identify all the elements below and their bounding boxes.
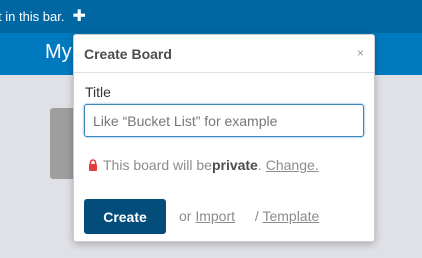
lock-icon: [89, 159, 97, 171]
popover-title: Create Board: [84, 46, 172, 62]
privacy-prefix: This board will be: [103, 157, 212, 173]
alternate-actions: or Import / Template: [179, 208, 319, 224]
title-field-label: Title: [85, 84, 111, 100]
plus-icon[interactable]: ✚: [72, 8, 85, 25]
header-bar: t in this bar. ✚: [0, 0, 422, 33]
privacy-level: private: [211, 157, 258, 173]
close-icon[interactable]: ×: [357, 46, 364, 60]
header-hint-text: t in this bar.: [0, 9, 65, 24]
board-title[interactable]: My: [45, 41, 72, 64]
or-text: or: [179, 208, 192, 224]
popover-header: Create Board ×: [74, 35, 374, 73]
change-privacy-link[interactable]: Change.: [266, 157, 319, 173]
slash-separator: /: [254, 208, 259, 224]
create-board-popover: Create Board × Title This board will be …: [73, 34, 375, 242]
template-link[interactable]: Template: [262, 208, 319, 224]
import-link[interactable]: Import: [195, 208, 235, 224]
privacy-period: .: [257, 157, 262, 173]
board-title-input[interactable]: [84, 104, 364, 137]
privacy-notice: This board will be private . Change.: [88, 157, 319, 173]
create-button[interactable]: Create: [84, 199, 166, 234]
